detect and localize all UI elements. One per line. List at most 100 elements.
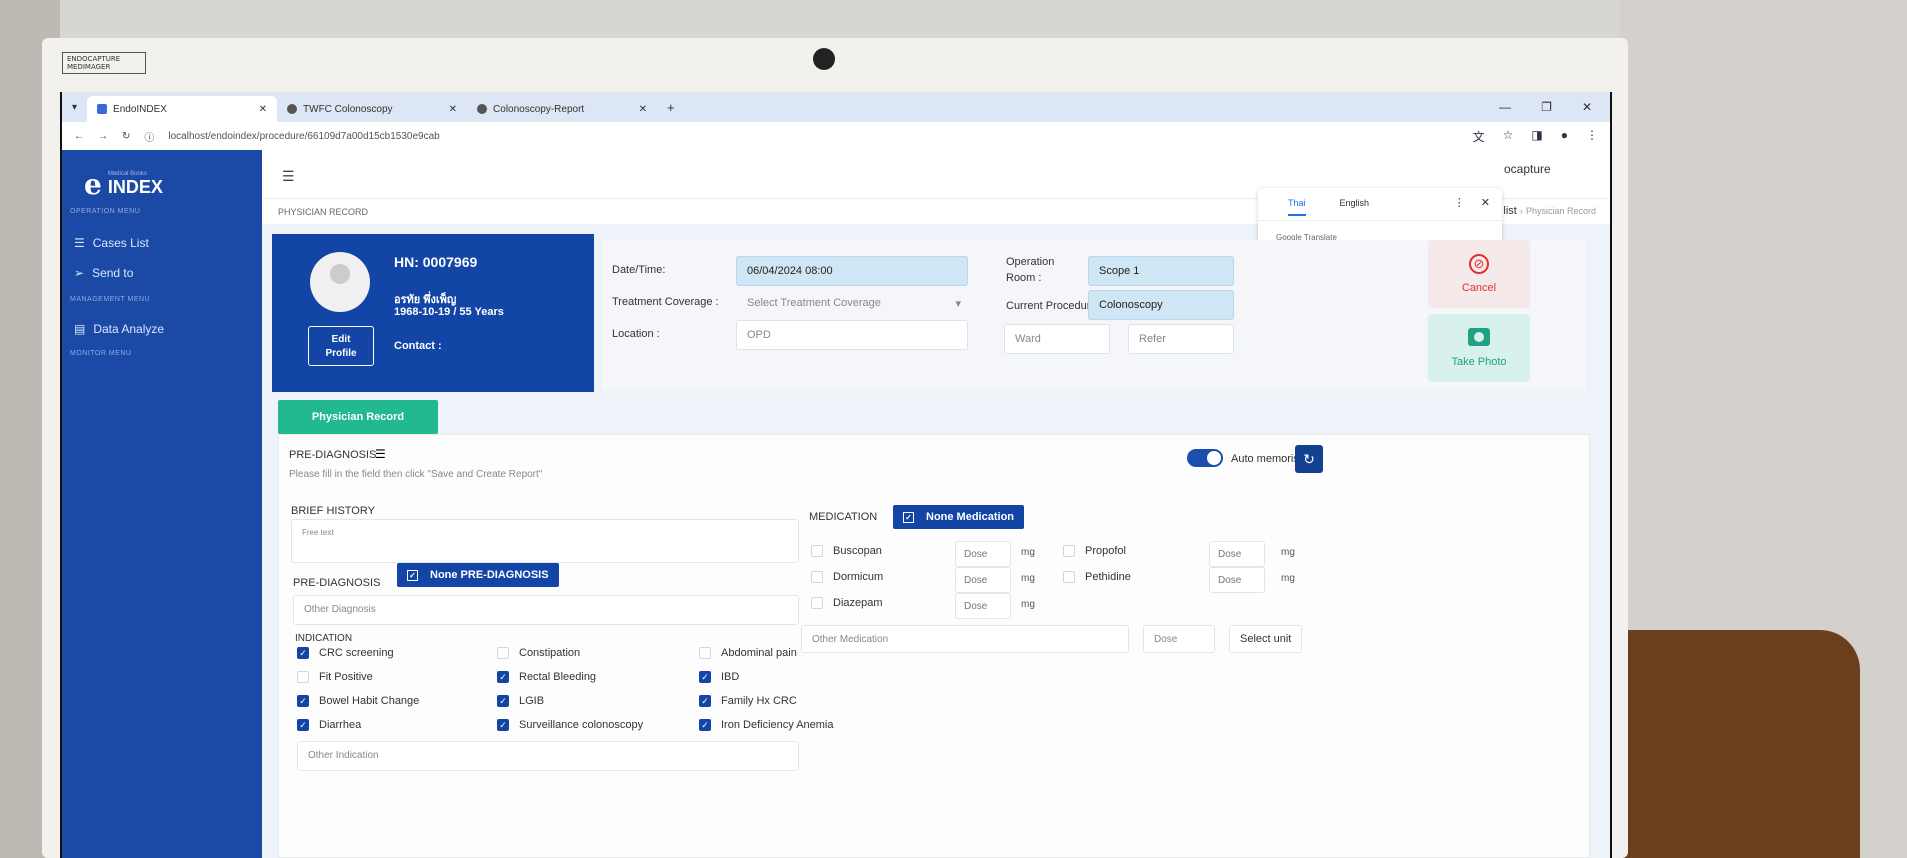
current-procedure-label: Current Procedure xyxy=(1006,300,1097,312)
send-icon: ➢ xyxy=(74,266,85,280)
none-medication-button[interactable]: ✓ None Medication xyxy=(893,505,1025,529)
take-photo-button[interactable]: Take Photo xyxy=(1428,314,1530,382)
edit-profile-button[interactable]: Edit Profile xyxy=(308,326,374,366)
indication-iron-deficiency-anemia[interactable]: ✓ Iron Deficiency Anemia xyxy=(699,719,834,731)
url-field[interactable]: localhost/endoindex/procedure/66109d7a00… xyxy=(168,131,1458,142)
close-tab-icon[interactable]: ✕ xyxy=(259,104,267,115)
checkbox-icon xyxy=(811,571,823,583)
indication-bowel-habit-change[interactable]: ✓ Bowel Habit Change xyxy=(297,695,419,707)
sidebar-item-data-analyze[interactable]: ▤ Data Analyze xyxy=(74,322,164,336)
tab-label: TWFC Colonoscopy xyxy=(303,103,393,115)
med-propofol[interactable]: Propofol xyxy=(1063,545,1126,557)
sliders-icon[interactable]: ☰ xyxy=(375,447,386,461)
address-bar: ← → ↻ ⓘ localhost/endoindex/procedure/66… xyxy=(62,122,1610,150)
med-dormicum[interactable]: Dormicum xyxy=(811,571,883,583)
translate-close-icon[interactable]: ✕ xyxy=(1481,196,1490,209)
back-icon[interactable]: ← xyxy=(74,131,84,142)
auto-memorise-label: Auto memorise xyxy=(1231,453,1305,465)
browser-tab-twfc[interactable]: TWFC Colonoscopy ✕ xyxy=(277,96,467,122)
indication-family-hx-crc[interactable]: ✓ Family Hx CRC xyxy=(699,695,797,707)
indication-constipation[interactable]: Constipation xyxy=(497,647,580,659)
sidebar-item-send-to[interactable]: ➢ Send to xyxy=(74,266,133,280)
propofol-dose-input[interactable]: Dose xyxy=(1209,541,1265,567)
reload-icon[interactable]: ↻ xyxy=(122,131,130,142)
browser-tab-endoindex[interactable]: EndoINDEX ✕ xyxy=(87,96,278,122)
sidebar-item-cases-list[interactable]: ☰ Cases List xyxy=(74,236,149,250)
auto-memorise-toggle[interactable] xyxy=(1187,449,1223,467)
coverage-select[interactable]: Select Treatment Coverage ▾ xyxy=(736,288,968,318)
management-menu-heading: MANAGEMENT MENU xyxy=(70,296,151,303)
other-medication-input[interactable]: Other Medication xyxy=(801,625,1129,653)
none-pre-diagnosis-button[interactable]: ✓ None PRE-DIAGNOSIS xyxy=(397,563,559,587)
indication-diarrhea[interactable]: ✓ Diarrhea xyxy=(297,719,361,731)
coverage-label: Treatment Coverage : xyxy=(612,296,719,308)
hamburger-menu-icon[interactable]: ☰ xyxy=(282,168,295,185)
bookmark-star-icon[interactable]: ☆ xyxy=(1503,128,1514,145)
chart-icon: ▤ xyxy=(74,322,86,336)
translate-icon[interactable]: 文 xyxy=(1473,128,1485,145)
monitor-brand-line2: MEDIMAGER xyxy=(67,63,111,71)
translate-tab-english[interactable]: English xyxy=(1340,198,1370,216)
browser-tab-report[interactable]: Colonoscopy-Report ✕ xyxy=(467,96,657,122)
indication-label: INDICATION xyxy=(295,633,353,644)
med-pethidine[interactable]: Pethidine xyxy=(1063,571,1131,583)
indication-lgib[interactable]: ✓ LGIB xyxy=(497,695,544,707)
window-controls: — ❐ ✕ xyxy=(1499,100,1610,114)
translate-options-icon[interactable]: ⋮ xyxy=(1454,196,1465,209)
buscopan-dose-input[interactable]: Dose xyxy=(955,541,1011,567)
refer-field[interactable]: Refer xyxy=(1128,324,1234,354)
endoindex-favicon-icon xyxy=(97,104,108,114)
minimize-icon[interactable]: — xyxy=(1499,100,1511,114)
indication-crc-screening[interactable]: ✓ CRC screening xyxy=(297,647,394,659)
translate-tab-thai[interactable]: Thai xyxy=(1288,198,1306,216)
med-buscopan[interactable]: Buscopan xyxy=(811,545,882,557)
select-unit-button[interactable]: Select unit xyxy=(1229,625,1303,653)
pre-diagnosis-card: PRE-DIAGNOSIS ☰ Please fill in the field… xyxy=(278,434,1590,858)
side-panel-icon[interactable]: ◨ xyxy=(1531,128,1542,145)
diazepam-dose-input[interactable]: Dose xyxy=(955,593,1011,619)
pethidine-dose-input[interactable]: Dose xyxy=(1209,567,1265,593)
other-diagnosis-input[interactable]: Other Diagnosis xyxy=(293,595,799,625)
tab-physician-record[interactable]: Physician Record xyxy=(278,400,438,434)
restore-icon[interactable]: ❐ xyxy=(1541,100,1552,114)
operation-room-field[interactable]: Scope 1 xyxy=(1088,256,1234,286)
tab-list-icon[interactable]: ▾ xyxy=(62,102,87,113)
new-tab-button[interactable]: + xyxy=(657,100,685,115)
checkbox-checked-icon: ✓ xyxy=(297,719,309,731)
current-procedure-field[interactable]: Colonoscopy xyxy=(1088,290,1234,320)
indication-rectal-bleeding[interactable]: ✓ Rectal Bleeding xyxy=(497,671,596,683)
dormicum-unit: mg xyxy=(1021,573,1035,584)
site-info-icon[interactable]: ⓘ xyxy=(144,129,154,144)
indication-abdominal-pain[interactable]: Abdominal pain xyxy=(699,647,797,659)
close-tab-icon[interactable]: ✕ xyxy=(449,104,457,115)
indication-label-text: Rectal Bleeding xyxy=(519,671,597,683)
medication-label: MEDICATION xyxy=(809,511,878,523)
location-field[interactable]: OPD xyxy=(736,320,968,350)
refresh-icon[interactable]: ↻ xyxy=(1295,445,1323,473)
indication-ibd[interactable]: ✓ IBD xyxy=(699,671,739,683)
other-indication-input[interactable]: Other Indication xyxy=(297,741,799,771)
indication-surveillance-colonoscopy[interactable]: ✓ Surveillance colonoscopy xyxy=(497,719,643,731)
med-label: Propofol xyxy=(1085,545,1126,557)
indication-label-text: Abdominal pain xyxy=(721,647,797,659)
cancel-button[interactable]: ⊘ Cancel xyxy=(1428,240,1530,308)
other-medication-dose-input[interactable]: Dose xyxy=(1143,625,1215,653)
dormicum-dose-input[interactable]: Dose xyxy=(955,567,1011,593)
brief-history-input[interactable]: Free text xyxy=(291,519,799,563)
med-diazepam[interactable]: Diazepam xyxy=(811,597,883,609)
browser-menu-icon[interactable]: ⋮ xyxy=(1586,128,1598,145)
checkbox-checked-icon: ✓ xyxy=(497,671,509,683)
indication-label-text: LGIB xyxy=(519,695,545,707)
checkbox-checked-icon: ✓ xyxy=(297,695,309,707)
profile-icon[interactable]: ● xyxy=(1561,128,1568,145)
datetime-field[interactable]: 06/04/2024 08:00 xyxy=(736,256,968,286)
indication-fit-positive[interactable]: Fit Positive xyxy=(297,671,373,683)
close-window-icon[interactable]: ✕ xyxy=(1582,100,1592,114)
forward-icon[interactable]: → xyxy=(98,131,108,142)
app-logo: e Medical Books INDEX xyxy=(84,168,163,201)
ward-field[interactable]: Ward xyxy=(1004,324,1110,354)
tab-label: Colonoscopy-Report xyxy=(493,103,585,115)
propofol-unit: mg xyxy=(1281,547,1295,558)
close-tab-icon[interactable]: ✕ xyxy=(639,104,647,115)
camera-icon xyxy=(1468,328,1490,346)
